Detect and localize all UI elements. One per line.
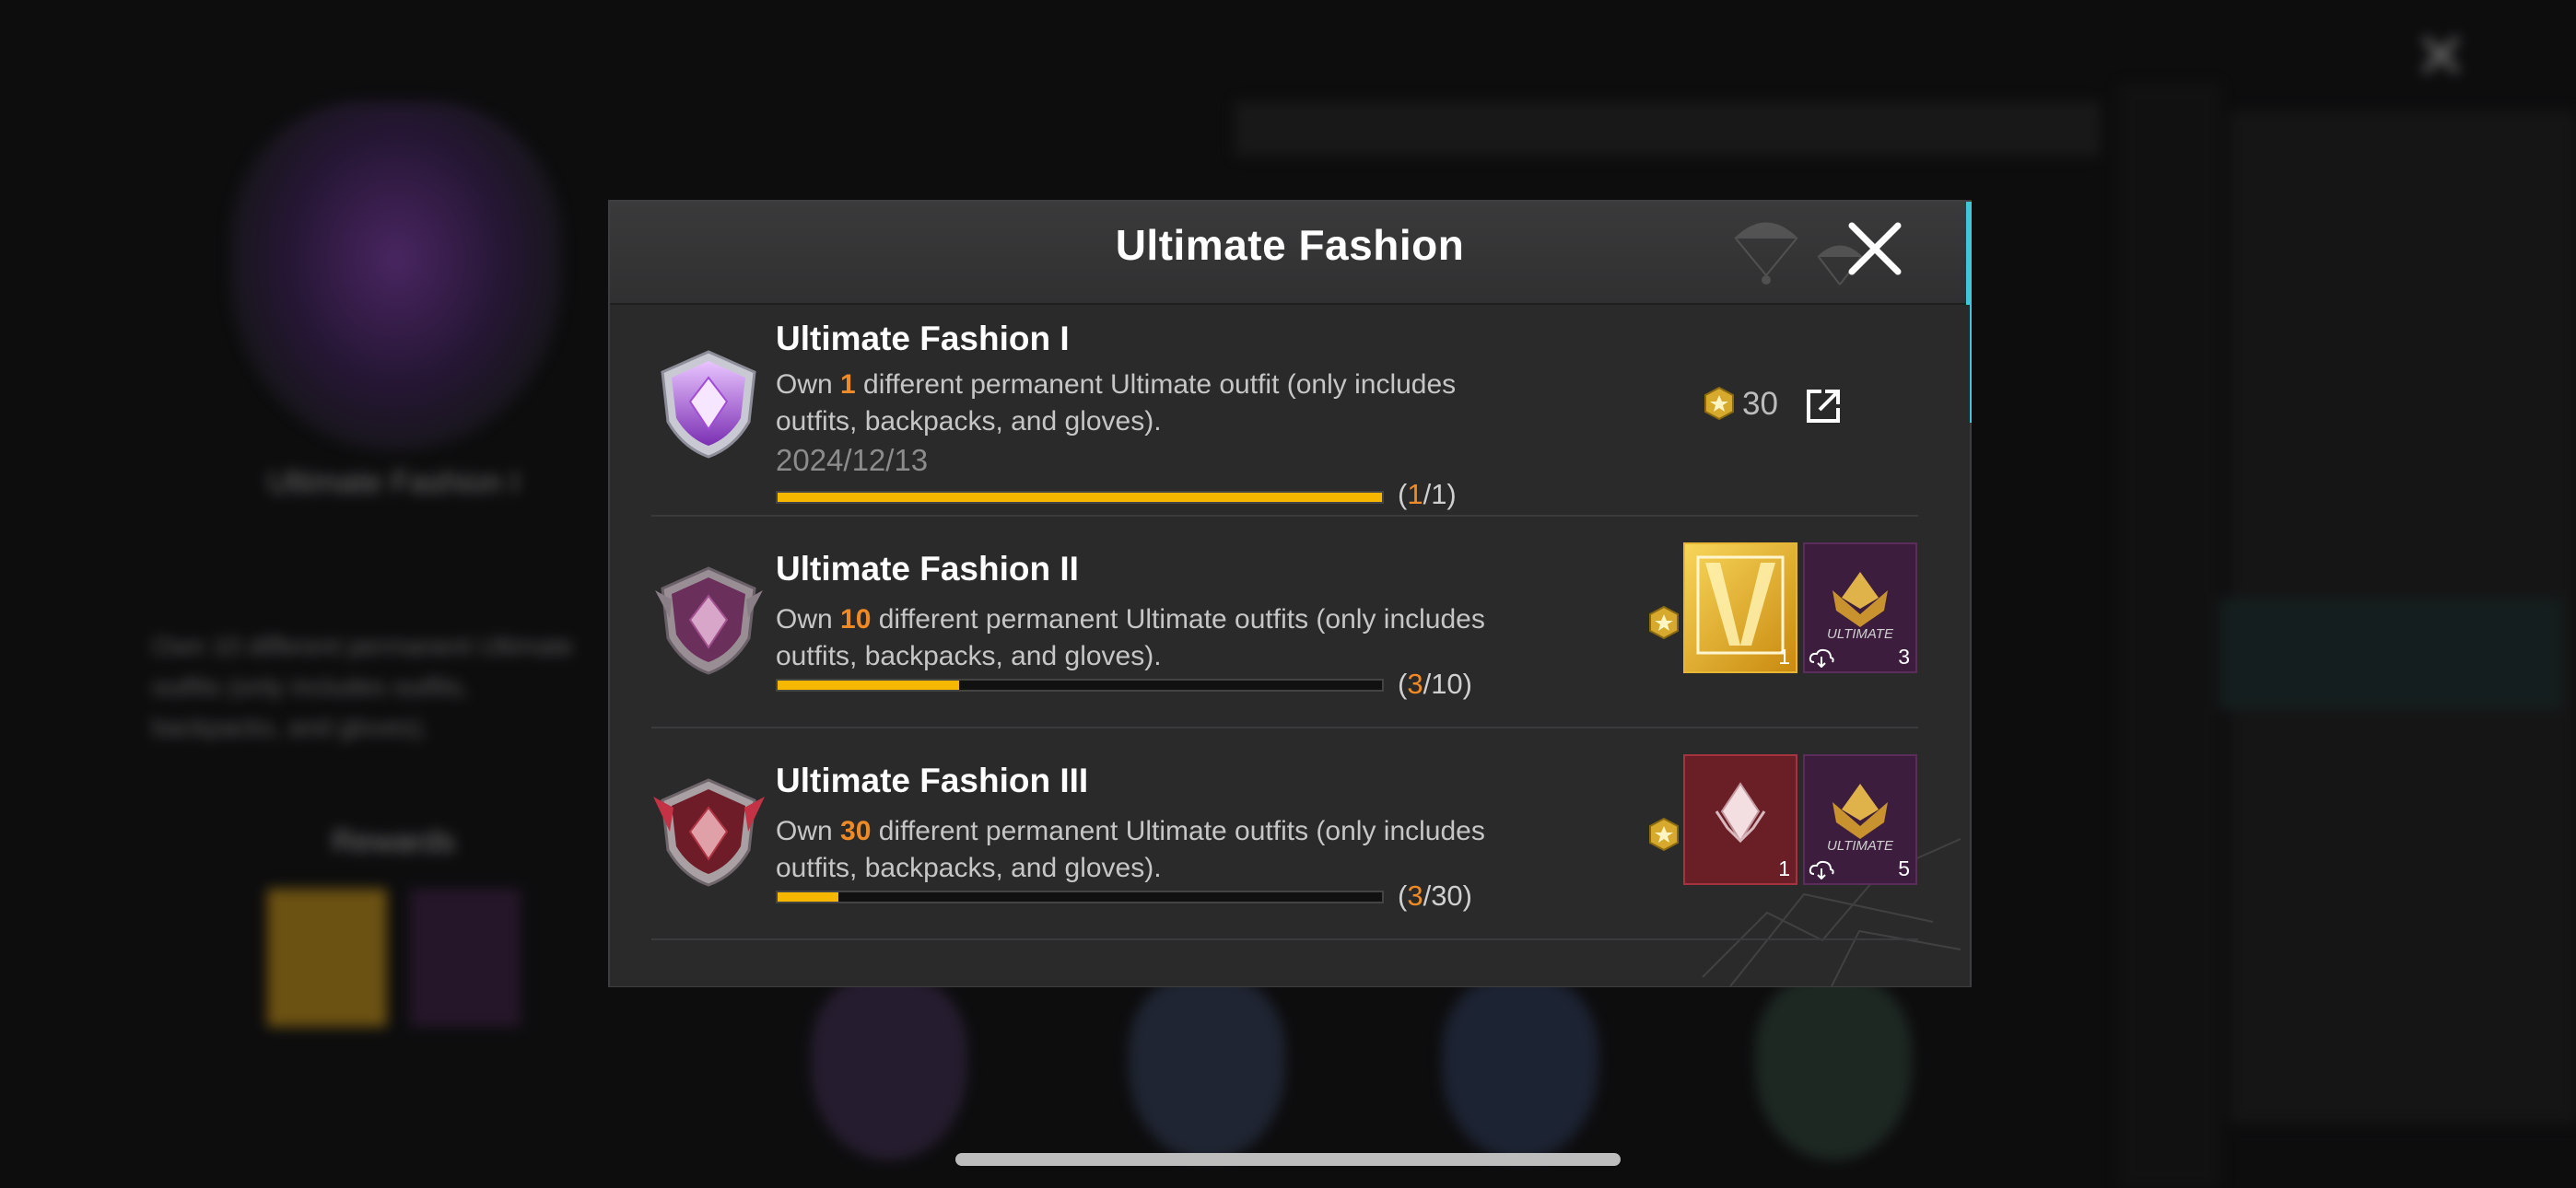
dialog-title: Ultimate Fashion <box>1115 221 1465 269</box>
required-count: 1 <box>840 369 856 400</box>
background-sidebar <box>2119 83 2220 1188</box>
background-title: Ultimate Fashion I <box>267 465 520 500</box>
completion-date: 2024/12/13 <box>776 443 929 477</box>
required-count: 30 <box>840 816 872 846</box>
reward-item[interactable]: ULTIMATE 3 <box>1803 542 1917 673</box>
svg-text:ULTIMATE: ULTIMATE <box>1827 626 1894 642</box>
background-badge <box>811 976 967 1160</box>
cloud-download-icon <box>1809 860 1834 879</box>
achievement-title: Ultimate Fashion III <box>776 762 1089 799</box>
cloud-download-icon <box>1809 648 1834 668</box>
achievement-point-icon <box>1649 817 1679 852</box>
reward-quantity: 1 <box>1778 856 1790 880</box>
achievement-title: Ultimate Fashion I <box>776 320 1070 357</box>
achievement-title: Ultimate Fashion II <box>776 550 1079 588</box>
background-badge <box>1755 976 1912 1160</box>
background-filter-bar <box>1235 101 2101 157</box>
background-reward <box>267 889 387 1027</box>
background-badge <box>1442 976 1598 1160</box>
background-description: Own 10 different permanent Ultimate outf… <box>152 632 574 741</box>
achievement-list[interactable]: Ultimate Fashion I Own 1 different perma… <box>610 305 1970 986</box>
share-icon[interactable] <box>1803 386 1844 426</box>
achievement-description: Own 10 different permanent Ultimate outf… <box>776 604 1485 671</box>
achievement-row-1[interactable]: Ultimate Fashion I Own 1 different perma… <box>651 305 1918 517</box>
achievement-description: Own 30 different permanent Ultimate outf… <box>776 816 1485 883</box>
close-icon[interactable] <box>1844 218 1905 279</box>
purple-crystal-shield-icon <box>661 350 756 459</box>
background-badge <box>230 101 562 451</box>
achievement-row-3[interactable]: Ultimate Fashion III Own 30 different pe… <box>651 727 1918 940</box>
reward-item[interactable]: 1 <box>1683 754 1797 885</box>
reward-item[interactable]: 1 <box>1683 542 1797 673</box>
reward-item[interactable]: ULTIMATE 5 <box>1803 754 1917 885</box>
progress-fill <box>778 892 838 902</box>
reward-quantity: 1 <box>1778 645 1790 669</box>
svg-text:ULTIMATE: ULTIMATE <box>1827 838 1894 854</box>
achievement-description: Own 1 different permanent Ultimate outfi… <box>776 369 1457 437</box>
progress-bar <box>776 491 1384 504</box>
progress-fill <box>778 493 1382 502</box>
required-count: 10 <box>840 604 872 635</box>
home-indicator[interactable] <box>955 1153 1621 1166</box>
achievement-point-icon <box>1649 605 1679 640</box>
achievement-row-2[interactable]: Ultimate Fashion II Own 10 different per… <box>651 515 1918 728</box>
progress-text: (3/30) <box>1398 879 1472 912</box>
background-reward <box>410 889 521 1027</box>
dialog-header: Ultimate Fashion <box>610 202 1970 305</box>
background-selected-row <box>2220 599 2561 709</box>
progress-fill <box>778 681 959 690</box>
achievement-points: 30 <box>1702 386 1778 423</box>
red-winged-shield-icon <box>653 778 765 887</box>
progress-bar <box>776 679 1384 692</box>
progress-text: (1/1) <box>1398 478 1457 510</box>
background-close-icon: ✕ <box>2414 20 2468 92</box>
progress-text: (3/10) <box>1398 668 1472 700</box>
background-rewards-label: Rewards <box>332 824 456 859</box>
winged-purple-shield-icon <box>655 566 763 675</box>
background-badge <box>1129 976 1285 1160</box>
progress-bar <box>776 891 1384 903</box>
achievement-point-icon <box>1704 386 1734 421</box>
reward-quantity: 5 <box>1898 856 1910 880</box>
reward-quantity: 3 <box>1898 645 1910 669</box>
achievement-dialog: Ultimate Fashion Ultimate Fashion I Own … <box>608 200 1972 987</box>
